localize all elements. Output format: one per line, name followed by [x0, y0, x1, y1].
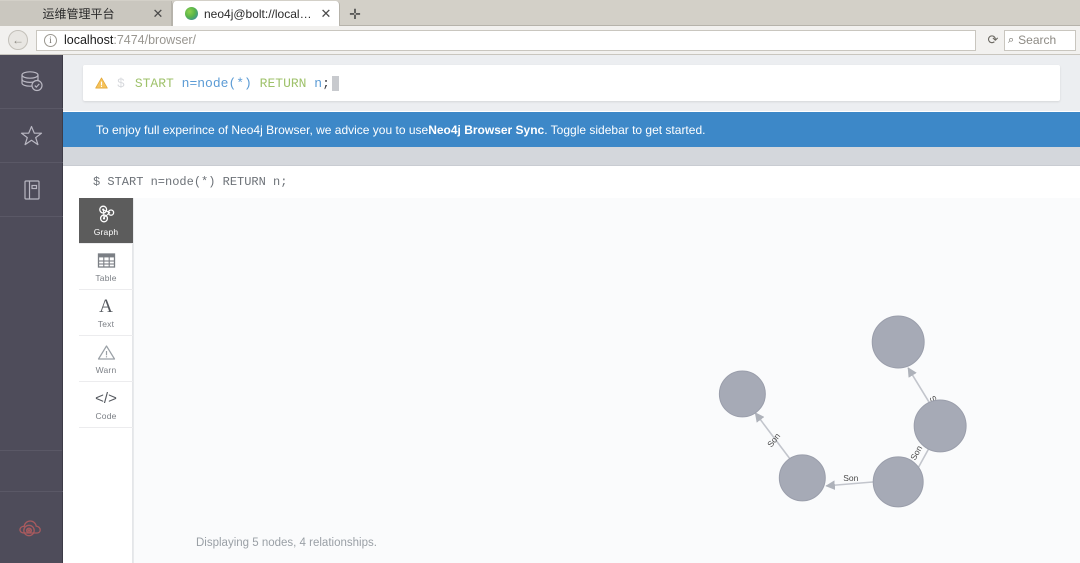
browser-sync-cloud-icon: [18, 519, 41, 536]
browser-search-input[interactable]: ⌕ Search: [1004, 29, 1076, 51]
table-grid-icon: [97, 251, 116, 270]
warning-triangle-icon: [97, 343, 116, 362]
browser-tab-2[interactable]: neo4j@bolt://localh... ✕: [172, 1, 340, 26]
browser-tab-1-title: 运维管理平台: [42, 7, 115, 21]
tab-table-label: Table: [95, 272, 117, 283]
back-arrow-icon[interactable]: ←: [8, 30, 28, 50]
browser-search-placeholder: Search: [1018, 33, 1057, 47]
database-icon: [20, 70, 43, 91]
address-input[interactable]: i localhost:7474/browser/: [36, 29, 976, 51]
graph-visualization[interactable]: Son Son Son Son: [134, 198, 1080, 510]
graph-node[interactable]: [913, 399, 967, 453]
cypher-token-start: START: [134, 75, 174, 91]
cypher-token-n: n: [314, 75, 323, 91]
reload-icon[interactable]: ⟳: [982, 32, 1004, 48]
main-area: $ START n=node(*) RETURN n; To enjoy ful…: [63, 55, 1080, 563]
browser-tab-2-title: neo4j@bolt://localh...: [204, 6, 313, 21]
editor-container: $ START n=node(*) RETURN n;: [63, 55, 1080, 111]
banner-link[interactable]: Neo4j Browser Sync: [428, 123, 544, 137]
address-host: localhost: [64, 33, 114, 47]
tab-text-label: Text: [97, 318, 115, 329]
tab-graph[interactable]: Graph: [79, 198, 133, 244]
cypher-token-return: RETURN: [259, 75, 307, 91]
code-brackets-icon: </>: [95, 389, 117, 407]
tab-warn-label: Warn: [95, 364, 117, 375]
tab-code-label: Code: [95, 410, 117, 421]
app-root: 运维管理平台 ✕ neo4j@bolt://localh... ✕ ✛ ← i …: [0, 0, 1080, 563]
tab-graph-label: Graph: [93, 226, 119, 237]
browser-tab-1-close-icon[interactable]: ✕: [151, 7, 165, 21]
cypher-editor[interactable]: $ START n=node(*) RETURN n;: [83, 65, 1060, 101]
browser-tab-2-close-icon[interactable]: ✕: [319, 7, 333, 21]
favorites-star-icon: [20, 125, 43, 145]
tab-table[interactable]: Table: [79, 244, 133, 290]
text-a-icon: A: [99, 295, 113, 317]
editor-prompt: $: [117, 75, 125, 91]
relationship-label: Son: [908, 444, 924, 462]
graph-node[interactable]: [871, 315, 925, 369]
sidebar-rail: [0, 55, 63, 563]
tab-warn[interactable]: Warn: [79, 336, 133, 382]
sidebar-item-favorites[interactable]: [0, 109, 63, 163]
frame-header-query: $ START n=node(*) RETURN n;: [63, 166, 1080, 198]
graph-node[interactable]: [778, 454, 826, 502]
sidebar-item-documents[interactable]: [0, 163, 63, 217]
address-text: localhost:7474/browser/: [64, 33, 196, 47]
browser-sync-banner: To enjoy full experince of Neo4j Browser…: [63, 111, 1080, 147]
sidebar-spacer: [0, 217, 62, 451]
sidebar-item-database[interactable]: [0, 55, 63, 109]
sidebar-item-browser-sync[interactable]: [0, 491, 63, 563]
graph-status-text: Displaying 5 nodes, 4 relationships.: [134, 522, 1080, 563]
graph-nodes-icon: [97, 205, 116, 224]
graph-node[interactable]: [718, 370, 766, 418]
documents-icon: [23, 179, 40, 200]
warning-triangle-icon: [95, 77, 108, 89]
banner-text-after: . Toggle sidebar to get started.: [544, 122, 706, 137]
frame-gap: [63, 147, 1080, 165]
browser-tab-1[interactable]: 运维管理平台 ✕: [0, 1, 172, 26]
view-tabs: Graph Table A Text Warn </> Code: [79, 198, 133, 563]
neo4j-browser-app: $ START n=node(*) RETURN n; To enjoy ful…: [0, 55, 1080, 563]
editor-caret: [331, 75, 339, 91]
neo4j-favicon-icon: [185, 7, 198, 20]
tab-code[interactable]: </> Code: [79, 382, 133, 428]
relationship-label: Son: [843, 473, 858, 483]
result-frame: $ START n=node(*) RETURN n; Graph Table …: [63, 165, 1080, 563]
browser-url-bar: ← i localhost:7474/browser/ ⟳ ⌕ Search: [0, 26, 1080, 55]
cypher-token-node: n=node(*): [181, 75, 252, 91]
cypher-token-semicolon: ;: [322, 75, 330, 91]
browser-tab-strip: 运维管理平台 ✕ neo4j@bolt://localh... ✕ ✛: [0, 0, 1080, 26]
banner-text-before: To enjoy full experince of Neo4j Browser…: [96, 122, 429, 137]
site-info-icon[interactable]: i: [44, 33, 57, 47]
graph-node[interactable]: [872, 456, 924, 508]
tab-text[interactable]: A Text: [79, 290, 133, 336]
address-path: :7474/browser/: [113, 33, 197, 47]
new-tab-button[interactable]: ✛: [342, 3, 368, 25]
graph-canvas[interactable]: Son Son Son Son: [133, 198, 1080, 563]
search-icon: ⌕: [1008, 33, 1015, 46]
